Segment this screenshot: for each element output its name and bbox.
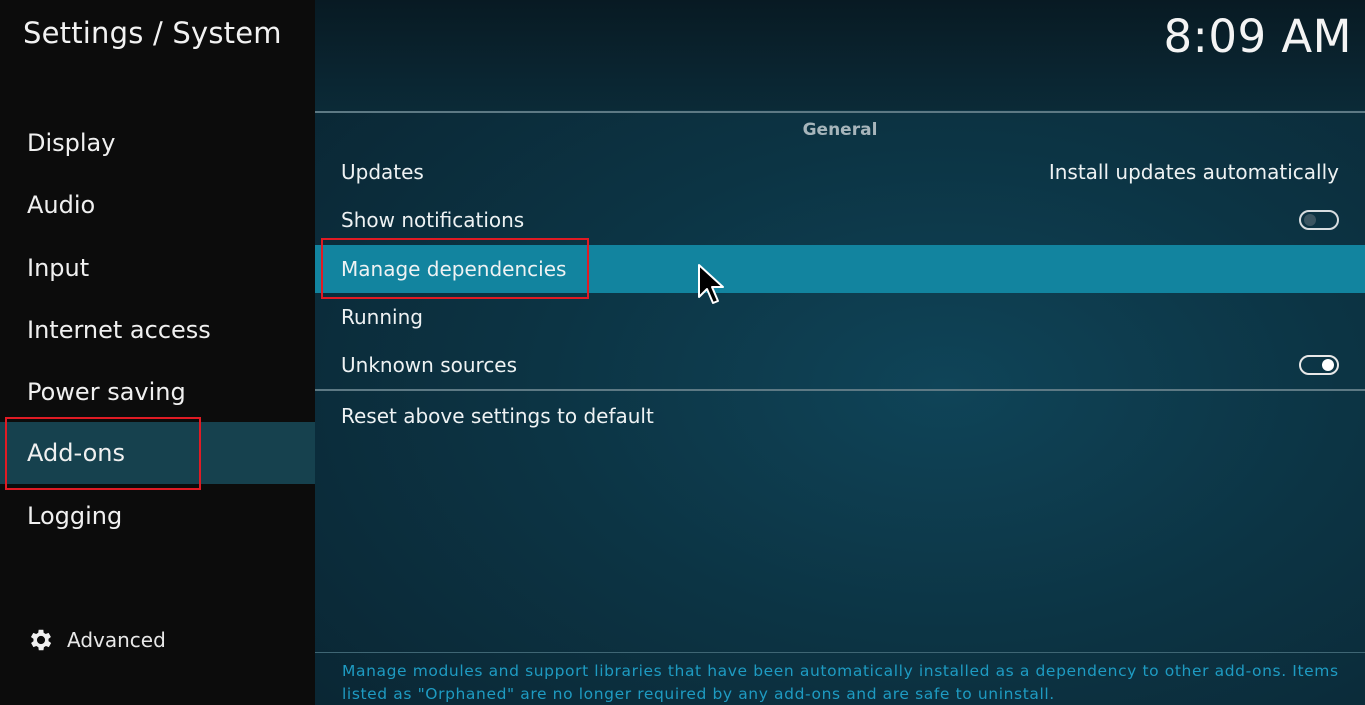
setting-label: Updates xyxy=(341,160,424,184)
sidebar-item-display[interactable]: Display xyxy=(0,112,315,174)
divider xyxy=(315,652,1365,653)
sidebar-item-label: Power saving xyxy=(27,378,186,406)
toggle-knob xyxy=(1304,214,1316,226)
setting-updates[interactable]: Updates Install updates automatically xyxy=(315,148,1365,196)
setting-description: Manage modules and support libraries tha… xyxy=(342,662,1339,703)
sidebar-item-add-ons[interactable]: Add-ons xyxy=(0,422,315,484)
sidebar-item-power-saving[interactable]: Power saving xyxy=(0,361,315,423)
setting-running[interactable]: Running xyxy=(315,293,1365,341)
divider xyxy=(315,389,1365,391)
mouse-cursor-icon xyxy=(698,264,724,304)
clock: 8:09 AM xyxy=(1163,10,1352,63)
gear-icon xyxy=(30,629,52,651)
reset-settings-button[interactable]: Reset above settings to default xyxy=(315,392,1365,440)
settings-level-button[interactable]: Advanced xyxy=(27,624,166,656)
sidebar-item-label: Internet access xyxy=(27,316,211,344)
sidebar-item-internet-access[interactable]: Internet access xyxy=(0,299,315,361)
sidebar-item-label: Display xyxy=(27,129,116,157)
setting-value: Install updates automatically xyxy=(1048,160,1339,184)
sidebar-item-audio[interactable]: Audio xyxy=(0,174,315,236)
setting-show-notifications[interactable]: Show notifications xyxy=(315,196,1365,244)
page-title: Settings / System xyxy=(23,16,282,50)
sidebar-item-logging[interactable]: Logging xyxy=(0,485,315,547)
group-title: General xyxy=(802,120,878,140)
show-notifications-toggle[interactable] xyxy=(1299,210,1339,230)
unknown-sources-toggle[interactable] xyxy=(1299,355,1339,375)
sidebar-item-label: Audio xyxy=(27,191,96,219)
settings-level-label: Advanced xyxy=(67,628,166,652)
toggle-knob xyxy=(1322,359,1334,371)
sidebar-item-label: Add-ons xyxy=(27,439,125,467)
sidebar-item-label: Input xyxy=(27,254,90,282)
setting-label: Running xyxy=(341,305,423,329)
setting-label: Manage dependencies xyxy=(341,257,567,281)
settings-panel: 8:09 AM General Updates Install updates … xyxy=(315,0,1365,705)
setting-label: Show notifications xyxy=(341,208,525,232)
divider xyxy=(315,111,1365,113)
sidebar: Settings / System Display Audio Input In… xyxy=(0,0,315,705)
setting-unknown-sources[interactable]: Unknown sources xyxy=(315,341,1365,389)
setting-label: Unknown sources xyxy=(341,353,518,377)
sidebar-item-input[interactable]: Input xyxy=(0,237,315,299)
setting-label: Reset above settings to default xyxy=(341,404,654,428)
sidebar-item-label: Logging xyxy=(27,502,123,530)
setting-manage-dependencies[interactable]: Manage dependencies xyxy=(315,245,1365,293)
